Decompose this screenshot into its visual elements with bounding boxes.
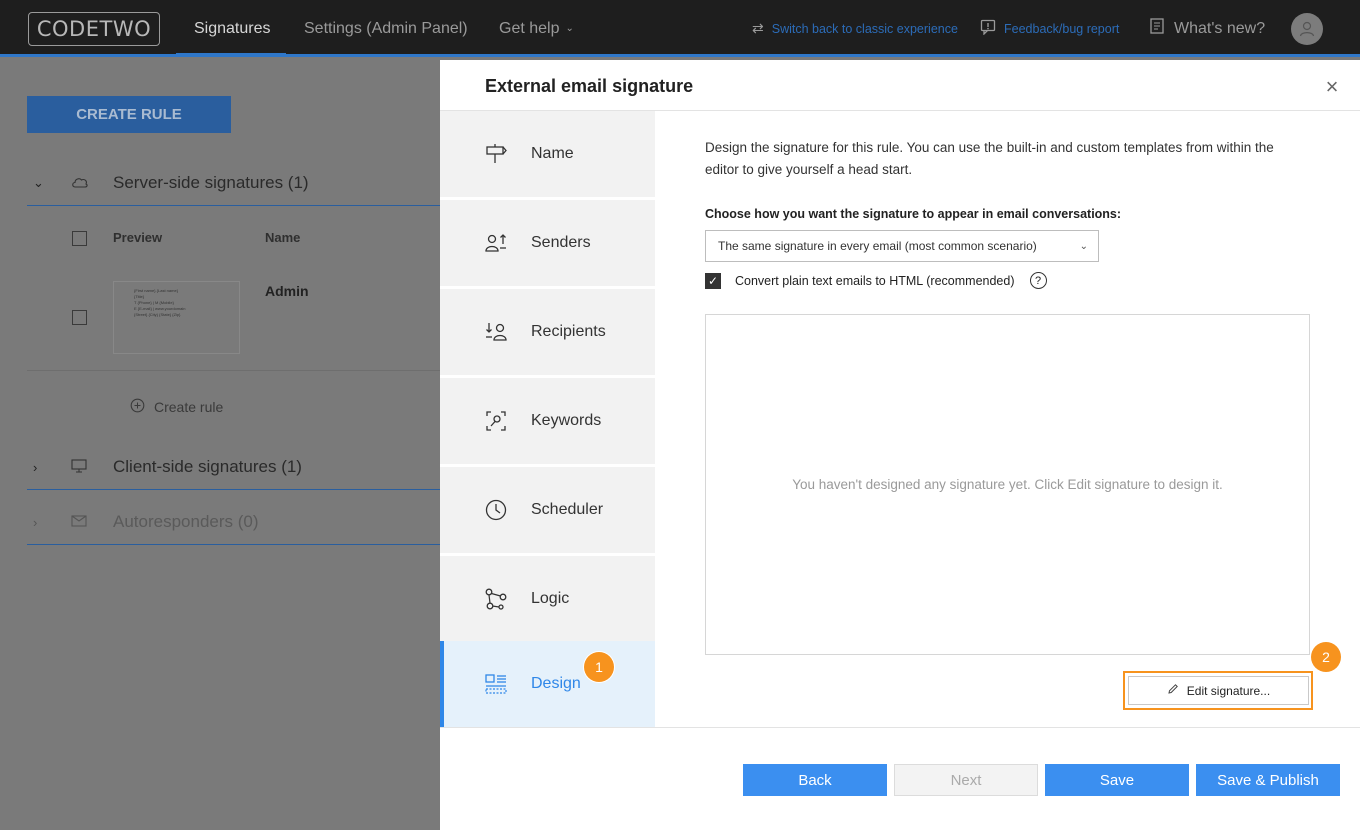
section-client-side[interactable]: › Client-side signatures (1) <box>27 445 440 490</box>
edit-signature-label: Edit signature... <box>1186 683 1271 698</box>
chevron-right-icon[interactable]: › <box>33 515 37 530</box>
divider <box>440 727 1360 728</box>
step-scheduler[interactable]: Scheduler <box>440 467 655 553</box>
wizard-steps: Name Senders Recipients Keywords Schedul… <box>440 111 655 727</box>
section-label: Autoresponders (0) <box>113 512 259 531</box>
preview-line: {Street} {City} {State} {Zip} <box>134 312 181 317</box>
switch-classic-label: Switch back to classic experience <box>771 21 958 36</box>
signpost-icon <box>486 144 507 163</box>
column-name: Name <box>265 230 301 245</box>
pencil-icon <box>1167 683 1179 698</box>
close-icon[interactable]: × <box>1322 76 1342 98</box>
section-server-side[interactable]: ⌄ Server-side signatures (1) <box>27 161 440 206</box>
senders-icon <box>485 234 506 252</box>
nav-active-indicator <box>176 53 286 57</box>
create-rule-link[interactable]: Create rule <box>130 398 223 416</box>
convert-html-checkbox[interactable]: ✓ <box>705 272 721 289</box>
create-rule-button[interactable]: CREATE RULE <box>27 96 231 133</box>
create-rule-label: Create rule <box>154 399 224 415</box>
rule-editor-modal: External email signature × Name Senders … <box>440 60 1360 830</box>
plus-circle-icon <box>130 398 145 416</box>
callout-badge-2: 2 <box>1311 642 1341 672</box>
user-icon <box>1299 21 1315 37</box>
chevron-down-icon: ⌄ <box>1079 240 1088 252</box>
nav-get-help[interactable]: Get help ⌄ <box>499 0 574 57</box>
keywords-icon <box>486 411 506 431</box>
convert-html-option: ✓ Convert plain text emails to HTML (rec… <box>705 272 1047 289</box>
chevron-down-icon: ⌄ <box>565 23 574 34</box>
step-label: Design <box>531 675 581 692</box>
nav-get-help-label: Get help <box>499 19 560 37</box>
select-all-checkbox[interactable] <box>72 231 87 246</box>
chevron-right-icon[interactable]: › <box>33 460 37 475</box>
step-design[interactable]: Design <box>440 641 655 727</box>
logic-icon <box>485 588 507 610</box>
top-bar: CODETWO Signatures Settings (Admin Panel… <box>0 0 1360 57</box>
row-checkbox[interactable] <box>72 310 87 325</box>
clock-icon <box>485 499 507 521</box>
whats-new-label: What's new? <box>1174 19 1266 37</box>
nav-signatures[interactable]: Signatures <box>194 0 271 57</box>
news-icon <box>1148 17 1166 40</box>
callout-badge-1: 1 <box>584 652 614 682</box>
next-button[interactable]: Next <box>894 764 1038 796</box>
whats-new-button[interactable]: What's new? <box>1148 0 1265 57</box>
conversation-mode-select[interactable]: The same signature in every email (most … <box>705 230 1099 262</box>
design-layout-icon <box>485 674 507 694</box>
step-label: Keywords <box>531 412 602 429</box>
step-name[interactable]: Name <box>440 111 655 197</box>
step-label: Scheduler <box>531 501 604 518</box>
step-label: Name <box>531 145 574 162</box>
step-senders[interactable]: Senders <box>440 200 655 286</box>
save-publish-button[interactable]: Save & Publish <box>1196 764 1340 796</box>
rules-list-background: CREATE RULE ⌄ Server-side signatures (1)… <box>0 60 440 830</box>
step-logic[interactable]: Logic <box>440 556 655 642</box>
feedback-icon <box>980 19 996 38</box>
help-icon[interactable]: ? <box>1029 272 1047 289</box>
chevron-down-icon[interactable]: ⌄ <box>33 175 44 191</box>
select-value: The same signature in every email (most … <box>718 239 1037 253</box>
row-divider <box>27 370 440 371</box>
modal-title: External email signature <box>485 76 694 96</box>
signature-preview-thumbnail[interactable]: {First name} {Last name} {Title} T {Phon… <box>113 281 240 354</box>
edit-signature-button[interactable]: Edit signature... <box>1128 676 1309 705</box>
auto-reply-icon <box>71 514 87 531</box>
switch-classic-link[interactable]: ⇄ Switch back to classic experience <box>752 0 958 57</box>
signature-preview-area: You haven't designed any signature yet. … <box>705 314 1310 655</box>
design-description: Design the signature for this rule. You … <box>705 140 1274 177</box>
convert-html-label[interactable]: Convert plain text emails to HTML (recom… <box>735 274 1015 288</box>
monitor-icon <box>71 458 87 476</box>
rule-name-admin[interactable]: Admin <box>265 283 309 299</box>
section-label: Client-side signatures (1) <box>113 457 302 476</box>
step-label: Logic <box>531 590 570 607</box>
column-preview: Preview <box>113 230 163 245</box>
step-label: Recipients <box>531 323 606 340</box>
step-recipients[interactable]: Recipients <box>440 289 655 375</box>
empty-state-message: You haven't designed any signature yet. … <box>792 477 1223 492</box>
user-avatar[interactable] <box>1291 13 1323 45</box>
feedback-label: Feedback/bug report <box>1004 21 1120 36</box>
recipients-icon <box>486 323 507 341</box>
feedback-link[interactable]: Feedback/bug report <box>980 0 1119 57</box>
switch-icon: ⇄ <box>752 20 764 36</box>
back-button[interactable]: Back <box>743 764 887 796</box>
conversation-mode-label: Choose how you want the signature to app… <box>705 207 1122 221</box>
codetwo-logo[interactable]: CODETWO <box>28 12 160 46</box>
cloud-icon <box>71 175 89 191</box>
step-label: Senders <box>531 234 591 251</box>
section-label: Server-side signatures (1) <box>113 173 309 192</box>
step-keywords[interactable]: Keywords <box>440 378 655 464</box>
save-button[interactable]: Save <box>1045 764 1189 796</box>
nav-settings[interactable]: Settings (Admin Panel) <box>304 0 468 57</box>
section-autoresponders[interactable]: › Autoresponders (0) <box>27 500 440 545</box>
design-panel: Design the signature for this rule. You … <box>655 111 1360 727</box>
